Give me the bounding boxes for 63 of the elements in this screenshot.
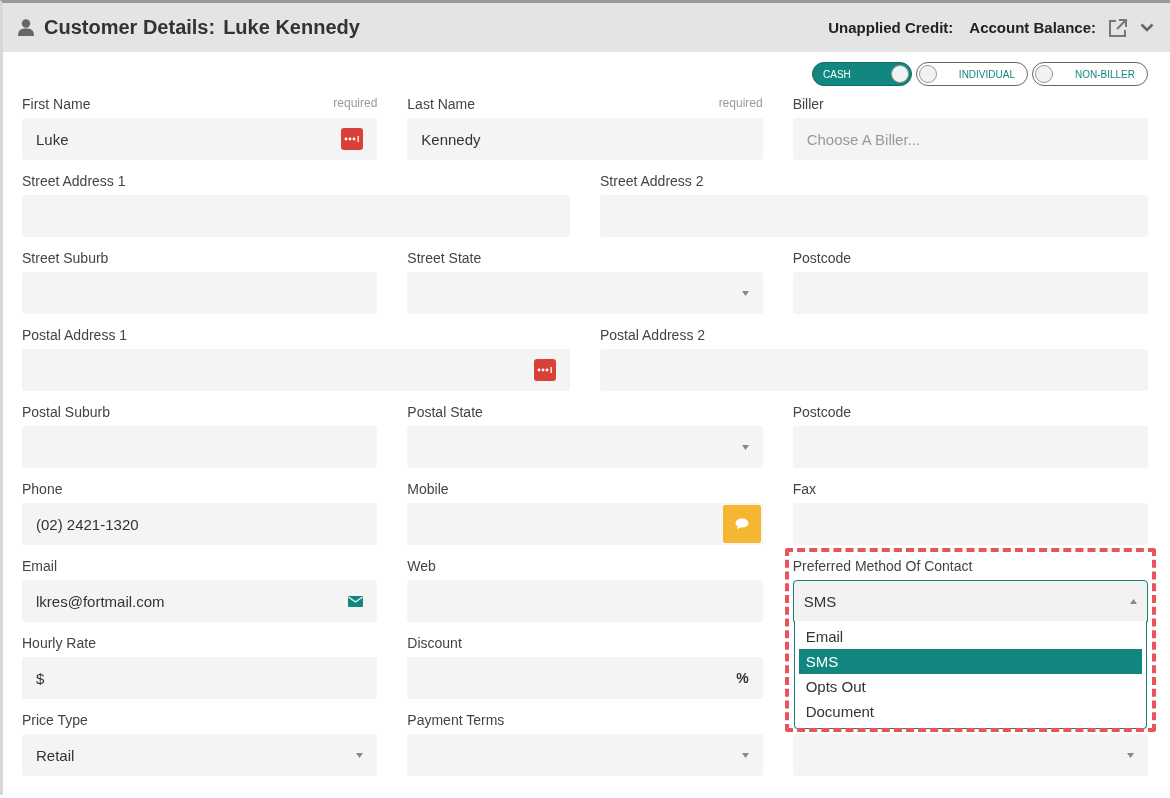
dots-icon[interactable] xyxy=(341,128,364,150)
field-label: Postal Address 1 xyxy=(22,327,128,343)
dropdown-option[interactable]: Opts Out xyxy=(798,674,1142,699)
caret-icon xyxy=(741,444,749,450)
select-field[interactable] xyxy=(792,734,1148,776)
select-field[interactable] xyxy=(407,272,763,314)
dots-icon[interactable] xyxy=(534,359,556,381)
input-field[interactable]: Luke xyxy=(22,118,378,160)
person-icon xyxy=(18,19,34,36)
select-field[interactable] xyxy=(407,734,763,776)
toggle-switch[interactable]: INDIVIDUAL xyxy=(915,62,1028,86)
field-label: Mobile xyxy=(407,481,449,497)
field-label: Preferred Method Of Contact xyxy=(792,558,973,574)
field-label: Postcode xyxy=(792,404,852,420)
input-field[interactable]: % xyxy=(407,657,763,699)
field-label: Discount xyxy=(407,635,462,651)
select-field[interactable] xyxy=(407,426,763,468)
dropdown-option[interactable]: Document xyxy=(798,699,1142,724)
external-link-icon[interactable] xyxy=(1108,17,1128,38)
field-label: Street Address 1 xyxy=(22,173,126,189)
dropdown-option[interactable]: Email xyxy=(798,624,1142,649)
account-balance-label: Account Balance: xyxy=(969,19,1096,36)
speech-bubble-icon xyxy=(734,518,749,530)
toggle-switch[interactable]: NON-BILLER xyxy=(1032,62,1148,86)
field-label: Street State xyxy=(407,250,482,266)
field-label: Phone xyxy=(22,481,63,497)
input-field[interactable]: Kennedy xyxy=(407,118,763,160)
required-note: required xyxy=(718,96,763,110)
field-label: Postcode xyxy=(792,250,852,266)
unapplied-credit-label: Unapplied Credit: xyxy=(828,19,954,36)
page-title: Customer Details: xyxy=(44,16,216,39)
dropdown-option[interactable]: SMS xyxy=(798,649,1142,674)
input-field[interactable] xyxy=(407,503,763,545)
input-field[interactable] xyxy=(22,349,570,391)
field-label: Street Suburb xyxy=(22,250,109,266)
field-label: Postal Address 2 xyxy=(600,327,706,343)
required-note: required xyxy=(333,96,378,110)
input-field[interactable]: (02) 2421-1320 xyxy=(22,503,378,545)
field-label: Email xyxy=(22,558,57,574)
caret-icon xyxy=(741,290,749,296)
chevron-down-icon[interactable] xyxy=(1140,23,1154,32)
input-field[interactable]: lkres@fortmail.com xyxy=(22,580,378,622)
field-label: Web xyxy=(407,558,436,574)
field-label: Postal Suburb xyxy=(22,404,110,420)
select-field[interactable]: Retail xyxy=(22,734,378,776)
field-label: Price Type xyxy=(22,712,88,728)
field-label: Payment Terms xyxy=(407,712,505,728)
field-label: Postal State xyxy=(407,404,483,420)
caret-icon xyxy=(741,752,749,758)
caret-icon xyxy=(1127,752,1134,758)
chat-button[interactable] xyxy=(722,505,761,543)
input-field[interactable]: $ xyxy=(22,657,378,699)
field-label: Hourly Rate xyxy=(22,635,96,651)
customer-name: Luke Kennedy xyxy=(223,16,360,39)
field-label: First Name xyxy=(22,96,91,112)
mail-icon[interactable] xyxy=(348,595,364,607)
toggle-switch[interactable]: CASH xyxy=(812,62,912,86)
caret-icon xyxy=(1130,598,1137,604)
field-label: Biller xyxy=(792,96,824,112)
field-label: Last Name xyxy=(407,96,476,112)
field-label: Street Address 2 xyxy=(600,173,704,189)
caret-icon xyxy=(356,752,364,758)
field-label: Fax xyxy=(792,481,816,497)
